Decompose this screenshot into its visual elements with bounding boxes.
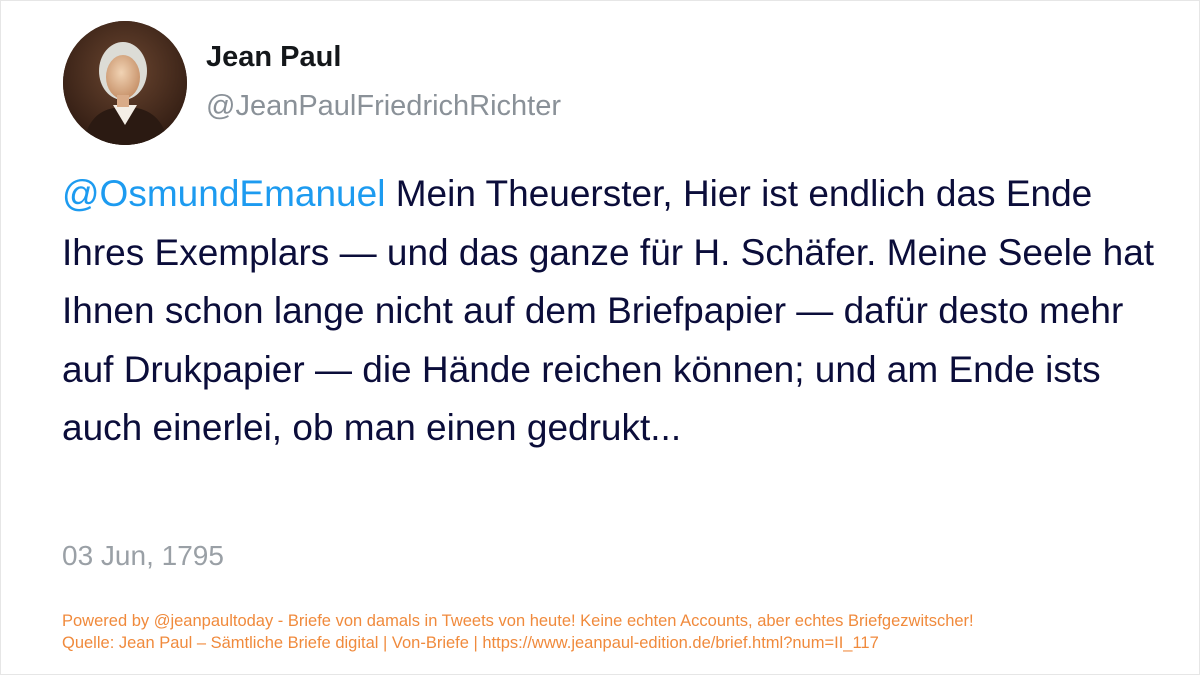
- tweet-card: Jean Paul @JeanPaulFriedrichRichter @Osm…: [0, 0, 1200, 675]
- footer: Powered by @jeanpaultoday - Briefe von d…: [62, 610, 974, 654]
- tweet-body: Mein Theuerster, Hier ist endlich das En…: [62, 173, 1155, 448]
- portrait-avatar-icon: [63, 21, 187, 145]
- author-avatar[interactable]: [63, 21, 187, 145]
- tweet-date: 03 Jun, 1795: [62, 540, 224, 571]
- source-text: Quelle: Jean Paul – Sämtliche Briefe dig…: [62, 634, 879, 652]
- author-name[interactable]: Jean Paul: [206, 41, 341, 74]
- author-handle[interactable]: @JeanPaulFriedrichRichter: [206, 90, 561, 123]
- tweet-text: @OsmundEmanuel Mein Theuerster, Hier ist…: [62, 165, 1172, 458]
- mention-link[interactable]: @OsmundEmanuel: [62, 173, 385, 214]
- powered-by-text: Powered by @jeanpaultoday - Briefe von d…: [62, 612, 974, 630]
